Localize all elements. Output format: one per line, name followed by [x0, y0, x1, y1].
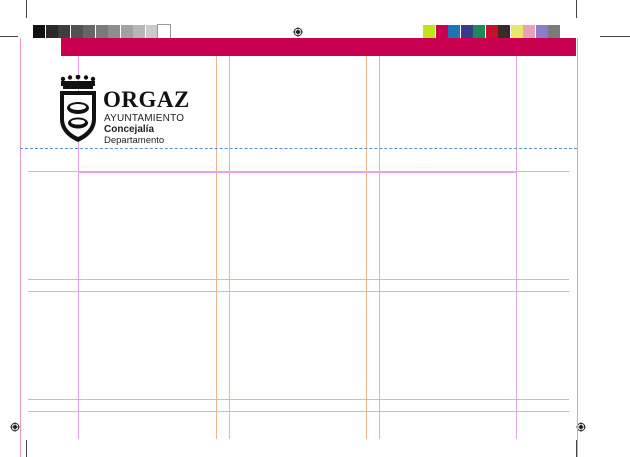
crop-mark-top-left-v [26, 0, 27, 18]
guide-row-4 [28, 399, 569, 400]
gray-swatch-4 [70, 25, 83, 38]
page-edge-right [577, 38, 578, 457]
guide-row-1b [78, 172, 516, 173]
crop-mark-top-left-h [0, 36, 18, 37]
guide-row-2 [28, 279, 569, 280]
logo-departamento: Departamento [104, 135, 165, 146]
fold-guide-dashed [20, 148, 577, 149]
logo-title: ORGAZ [103, 87, 190, 112]
color-swatch-4 [460, 25, 473, 38]
gray-swatch-6 [95, 25, 108, 38]
color-swatch-1 [423, 25, 435, 38]
color-swatch-7 [498, 25, 510, 38]
gray-swatch-2 [45, 25, 58, 38]
guide-column-4 [366, 56, 367, 439]
gray-swatch-7 [108, 25, 120, 38]
color-swatch-9 [523, 25, 535, 38]
crop-mark-bottom-left-v [26, 440, 27, 457]
guide-column-3 [229, 56, 230, 439]
crop-mark-top-right-v [576, 0, 577, 18]
guide-column-5 [379, 56, 380, 439]
guide-column-2 [216, 56, 217, 439]
gray-swatch-10 [145, 25, 158, 38]
header-band [61, 38, 576, 56]
color-swatch-11 [548, 25, 560, 38]
gray-swatch-8 [120, 25, 133, 38]
guide-row-5 [28, 411, 569, 412]
coat-of-arms-icon [60, 75, 96, 142]
gray-swatch-3 [58, 25, 70, 38]
page-edge-left [20, 38, 21, 457]
guide-row-3 [28, 291, 569, 292]
logo-concejalia: Concejalía [104, 124, 155, 135]
gray-swatch-11 [157, 24, 171, 39]
gray-swatch-1 [33, 25, 45, 38]
logo-ayuntamiento: AYUNTAMIENTO [104, 113, 185, 124]
gray-swatch-5 [83, 25, 95, 38]
color-swatch-5 [473, 25, 485, 38]
registration-mark-top [293, 27, 303, 37]
guide-column-6 [516, 56, 517, 439]
gray-swatch-9 [133, 25, 145, 38]
color-swatch-2 [435, 25, 448, 38]
crop-mark-top-right-h [600, 36, 630, 37]
color-swatch-8 [510, 25, 523, 38]
color-swatch-6 [485, 25, 498, 38]
color-swatch-3 [448, 25, 460, 38]
registration-mark-bottom-left [10, 422, 20, 432]
color-swatch-10 [535, 25, 548, 38]
